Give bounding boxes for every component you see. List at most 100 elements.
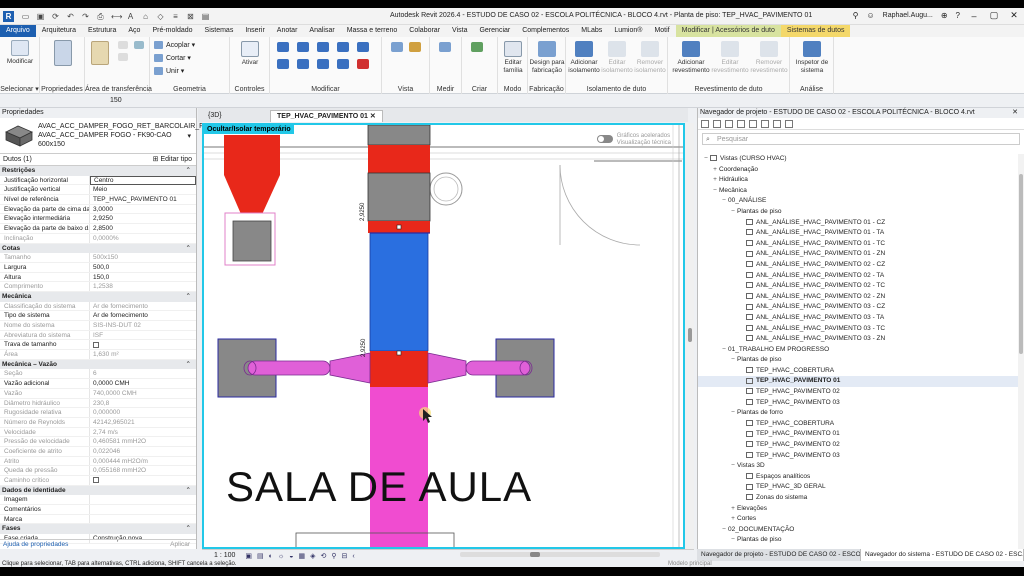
- collapse-icon[interactable]: −: [720, 196, 728, 207]
- property-row[interactable]: Elevação da parte de cima da... 3,0000: [0, 204, 196, 215]
- copy-clip-icon[interactable]: [117, 53, 129, 63]
- switch-windows-icon[interactable]: ▤: [201, 12, 210, 21]
- browser-search-input[interactable]: Pesquisar: [702, 133, 1020, 145]
- system-inspector-button[interactable]: Inspetor de sistema: [794, 41, 830, 75]
- property-group-header[interactable]: Restrições: [0, 166, 196, 176]
- tree-item[interactable]: TEP_HVAC_PAVIMENTO 01: [698, 376, 1018, 388]
- property-row[interactable]: Vazão adicional 0,0000 CMH: [0, 379, 196, 389]
- tab-inserir[interactable]: Inserir: [239, 25, 270, 37]
- align-icon[interactable]: [276, 42, 290, 54]
- close-icon[interactable]: ✕: [1008, 10, 1020, 21]
- tab-project-browser[interactable]: Navegador de projeto - ESTUDO DE CASO 02…: [697, 549, 861, 561]
- chevron-down-icon[interactable]: ▾: [187, 132, 191, 140]
- property-row[interactable]: Inclinação 0,0000%: [0, 233, 196, 244]
- add-lining-button[interactable]: Adicionar revestimento: [672, 41, 710, 75]
- tree-item[interactable]: − Plantas de forro: [698, 408, 1018, 419]
- remove-lining-button[interactable]: Remover revestimento: [750, 41, 788, 75]
- toggle-switch[interactable]: [596, 135, 613, 143]
- property-value[interactable]: Meio: [90, 185, 196, 194]
- property-value[interactable]: 2,8500: [90, 224, 196, 233]
- property-row[interactable]: Diâmetro hidráulico 230,8: [0, 398, 196, 409]
- save-icon[interactable]: ▣: [36, 12, 45, 21]
- property-row[interactable]: Número de Reynolds 42142,965021: [0, 417, 196, 428]
- property-row[interactable]: Tamanho 500x150: [0, 253, 196, 263]
- tree-item[interactable]: TEP_HVAC_3D GERAL: [698, 482, 1018, 493]
- browser-scroll-thumb[interactable]: [1019, 174, 1023, 354]
- property-row[interactable]: Altura 150,0: [0, 272, 196, 283]
- tab-gerenciar[interactable]: Gerenciar: [473, 25, 516, 37]
- property-value[interactable]: 150,0: [90, 273, 196, 282]
- tab-sistemas[interactable]: Sistemas: [199, 25, 240, 37]
- collapse-icon[interactable]: −: [720, 525, 728, 536]
- tree-item[interactable]: − Mecânica: [698, 186, 1018, 197]
- tree-item[interactable]: ANL_ANÁLISE_HVAC_PAVIMENTO 03 - TA: [698, 313, 1018, 324]
- tree-item[interactable]: Espaços analíticos: [698, 472, 1018, 483]
- property-row[interactable]: Seção 6: [0, 369, 196, 380]
- move-icon[interactable]: [356, 42, 370, 54]
- tree-item[interactable]: − Vistas (CURSO HVAC): [698, 154, 1018, 165]
- property-group-header[interactable]: Cotas: [0, 243, 196, 254]
- property-value[interactable]: 2,9250: [90, 214, 196, 223]
- mirror-axis-icon[interactable]: [316, 42, 330, 54]
- drawing-canvas[interactable]: Ocultar/Isolar temporário Gráficos acele…: [202, 123, 685, 549]
- collapse-icon[interactable]: −: [720, 345, 728, 356]
- edit-insulation-button[interactable]: Editar isolamento: [601, 41, 633, 75]
- select-label[interactable]: Selecionar ▾: [0, 85, 39, 93]
- redo-icon[interactable]: ↷: [81, 12, 90, 21]
- activate-button[interactable]: Ativar: [238, 41, 262, 67]
- revit-logo-icon[interactable]: R: [3, 10, 14, 22]
- open-icon[interactable]: ▭: [21, 12, 30, 21]
- views-icon[interactable]: [713, 119, 721, 128]
- tab-3d-view[interactable]: {3D}: [202, 110, 228, 122]
- property-row[interactable]: Rugosidade relativa 0,000000: [0, 408, 196, 418]
- sync-icon[interactable]: ⟳: [51, 12, 60, 21]
- options-value[interactable]: 150: [110, 97, 122, 104]
- tree-item[interactable]: TEP_HVAC_PAVIMENTO 02: [698, 440, 1018, 451]
- property-row[interactable]: Comprimento 1,2538: [0, 282, 196, 292]
- collapse-icon[interactable]: −: [729, 535, 737, 546]
- property-row[interactable]: Justificação vertical Meio: [0, 185, 196, 196]
- tree-item[interactable]: − Plantas de piso: [698, 355, 1018, 366]
- join-button[interactable]: Unir ▾: [154, 67, 184, 75]
- tab-system-browser[interactable]: Navegador do sistema - ESTUDO DE CASO 02…: [861, 549, 1024, 561]
- property-group-header[interactable]: Dados de identidade: [0, 485, 196, 496]
- collapse-icon[interactable]: −: [702, 154, 710, 165]
- property-row[interactable]: Justificação horizontal Centro: [0, 175, 196, 186]
- rotate-icon[interactable]: [296, 59, 310, 71]
- text-icon[interactable]: A: [126, 12, 135, 21]
- tree-item[interactable]: −01_TRABALHO EM PROGRESSO: [698, 345, 1018, 356]
- tree-item[interactable]: + Cortes: [698, 514, 1018, 525]
- design-fabrication-button[interactable]: Design para fabricação: [529, 41, 565, 75]
- property-row[interactable]: Trava de tamanho: [0, 340, 196, 351]
- scroll-thumb[interactable]: [688, 328, 692, 342]
- property-value[interactable]: [90, 340, 196, 349]
- canvas-horizontal-scrollbar[interactable]: [460, 552, 660, 557]
- property-row[interactable]: Nome do sistema SIS-INS-DUT 02: [0, 321, 196, 331]
- 3d-view-icon[interactable]: ⌂: [141, 12, 150, 21]
- expand-icon[interactable]: +: [711, 165, 719, 176]
- tab-arquitetura[interactable]: Arquitetura: [36, 25, 82, 37]
- properties-help-link[interactable]: Ajuda de propriedades: [3, 541, 68, 548]
- hscroll-thumb[interactable]: [530, 552, 540, 557]
- property-row[interactable]: Largura 500,0: [0, 262, 196, 273]
- hide-element-icon[interactable]: [390, 42, 404, 54]
- property-group-header[interactable]: Mecânica – Vazão: [0, 359, 196, 370]
- close-hidden-icon[interactable]: ⊠: [186, 12, 195, 21]
- tree-item[interactable]: TEP_HVAC_PAVIMENTO 03: [698, 398, 1018, 409]
- property-value[interactable]: [90, 515, 196, 524]
- property-value[interactable]: [90, 505, 196, 514]
- tab-motif[interactable]: Motif: [648, 25, 675, 37]
- tree-item[interactable]: − Plantas de piso: [698, 207, 1018, 218]
- maximize-icon[interactable]: ▢: [988, 10, 1000, 21]
- user-name[interactable]: Raphael.Augu...: [883, 12, 933, 19]
- property-value[interactable]: Ar de fornecimento: [90, 311, 196, 320]
- tab-estrutura[interactable]: Estrutura: [82, 25, 122, 37]
- tree-item[interactable]: ANL_ANÁLISE_HVAC_PAVIMENTO 03 - TC: [698, 324, 1018, 335]
- property-value[interactable]: Centro: [90, 175, 196, 185]
- edit-lining-button[interactable]: Editar revestimento: [711, 41, 749, 75]
- tab-analisar[interactable]: Analisar: [303, 25, 340, 37]
- tree-item[interactable]: − Vistas 3D: [698, 461, 1018, 472]
- property-row[interactable]: Pressão de velocidade 0,460581 mmH2O: [0, 437, 196, 447]
- tree-item[interactable]: ANL_ANÁLISE_HVAC_PAVIMENTO 02 - TC: [698, 281, 1018, 292]
- tree-item[interactable]: ANL_ANÁLISE_HVAC_PAVIMENTO 03 - CZ: [698, 302, 1018, 313]
